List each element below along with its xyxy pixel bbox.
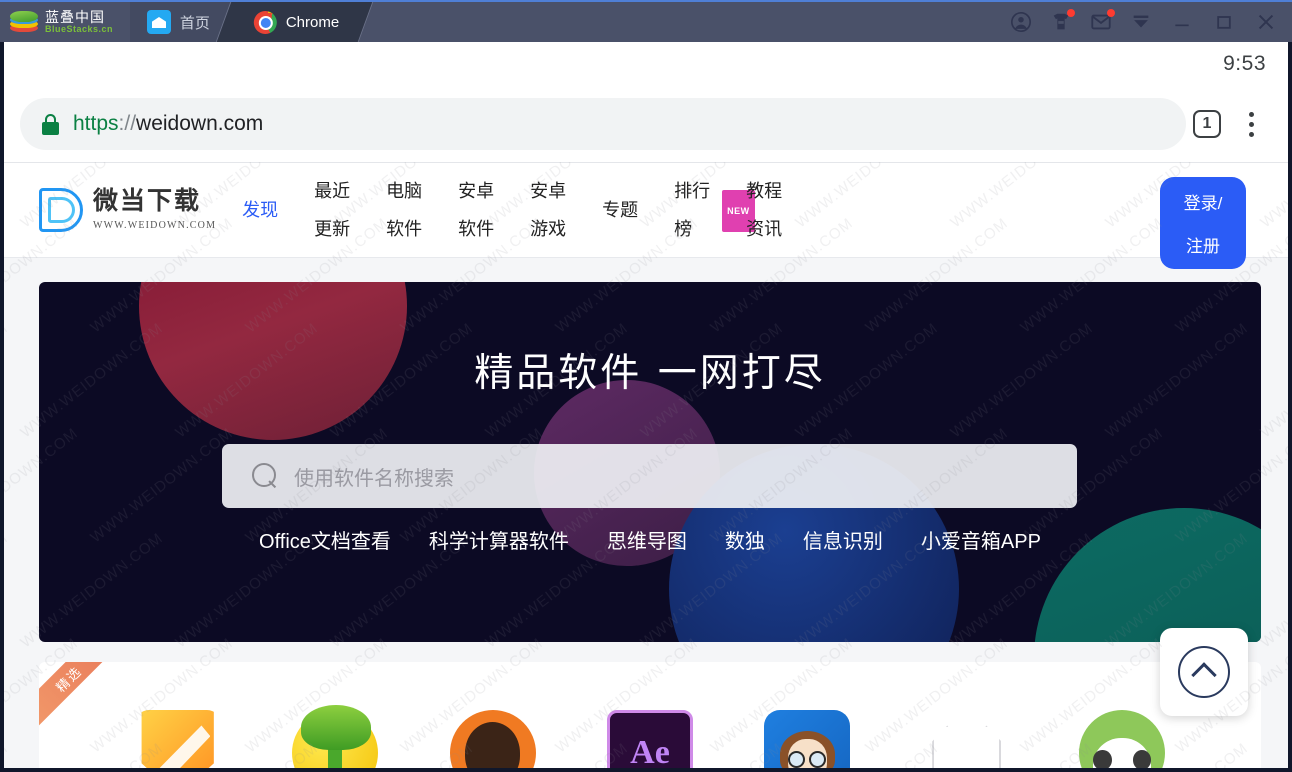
chrome-icon — [254, 10, 278, 34]
bluestacks-brand-cn: 蓝叠中国 — [45, 8, 105, 25]
url-scheme: https — [73, 112, 119, 135]
nav-item-discover[interactable]: 发现 — [232, 191, 304, 229]
chevron-down-icon[interactable] — [1130, 11, 1152, 33]
nav-item-recent-updates[interactable]: 最近更新 — [304, 172, 376, 248]
lock-icon — [42, 113, 59, 135]
nav-item-android-software-label: 安卓软件 — [458, 181, 495, 239]
site-nav: 发现 最近更新 电脑软件 安卓软件 安卓游戏 专题 排行榜 NEW 教程资讯 — [232, 163, 1288, 257]
nav-item-pc-software-label: 电脑软件 — [386, 181, 423, 239]
back-to-top-button[interactable] — [1160, 628, 1248, 716]
nav-item-topics[interactable]: 专题 — [592, 191, 664, 229]
nav-item-recent-updates-label: 最近更新 — [314, 181, 351, 239]
nav-item-discover-label: 发现 — [242, 200, 279, 220]
hot-keyword-1[interactable]: 科学计算器软件 — [429, 525, 569, 554]
nav-item-rankings-label: 排行榜 — [674, 181, 711, 239]
minimize-button[interactable] — [1170, 10, 1194, 34]
site-logo-en: WWW.WEIDOWN.COM — [93, 219, 217, 231]
nav-item-tutorials[interactable]: 教程资讯 — [736, 172, 808, 248]
search-icon — [252, 463, 278, 489]
hot-keyword-0[interactable]: Office文档查看 — [259, 525, 391, 554]
featured-app-icons: Ae — [39, 704, 1261, 768]
tab-counter-value: 1 — [1193, 110, 1221, 138]
app-icon-cat[interactable] — [921, 710, 1008, 768]
maximize-button[interactable] — [1212, 10, 1236, 34]
app-icon-face[interactable] — [764, 710, 851, 768]
weidown-d-logo-icon — [39, 188, 83, 232]
shirt-store-badge — [1067, 9, 1075, 17]
hot-keywords: Office文档查看 科学计算器软件 思维导图 数独 信息识别 小爱音箱APP — [39, 525, 1261, 554]
home-icon — [147, 10, 171, 34]
nav-item-rankings[interactable]: 排行榜 NEW — [664, 172, 755, 248]
login-label: 登录/ — [1183, 194, 1223, 213]
hero-banner: 精品软件 一网打尽 使用软件名称搜索 Office文档查看 科学计算器软件 思维… — [39, 282, 1261, 642]
kebab-menu-icon[interactable] — [1228, 111, 1274, 137]
account-icon[interactable] — [1010, 11, 1032, 33]
hot-keyword-5[interactable]: 小爱音箱APP — [921, 525, 1041, 554]
register-label: 注册 — [1186, 237, 1220, 256]
nav-item-android-games[interactable]: 安卓游戏 — [520, 172, 592, 248]
featured-card: 精选 Ae — [39, 662, 1261, 768]
chrome-toolbar: https://weidown.com 1 — [4, 86, 1288, 162]
bluestacks-brand: 蓝叠中国 BlueStacks.cn — [0, 2, 130, 42]
app-icon-360-browser[interactable] — [292, 704, 379, 768]
hot-keyword-3[interactable]: 数独 — [725, 525, 765, 554]
webpage-weidown: 微当下载 WWW.WEIDOWN.COM 发现 最近更新 电脑软件 安卓软件 安… — [4, 162, 1288, 768]
tab-counter-button[interactable]: 1 — [1186, 110, 1228, 138]
hot-keyword-2[interactable]: 思维导图 — [607, 525, 687, 554]
site-logo[interactable]: 微当下载 WWW.WEIDOWN.COM — [39, 163, 232, 257]
bluestacks-brand-en: BlueStacks.cn — [45, 23, 114, 34]
emulator-tab-home-label: 首页 — [180, 14, 211, 32]
hot-keyword-4[interactable]: 信息识别 — [803, 525, 883, 554]
emulator-tab-chrome-label: Chrome — [286, 13, 340, 31]
login-register-button[interactable]: 登录/ 注册 — [1160, 177, 1246, 269]
app-icon-shield[interactable] — [141, 710, 214, 768]
url-separator: :// — [118, 112, 137, 135]
nav-item-pc-software[interactable]: 电脑软件 — [376, 172, 448, 248]
clock: 9:53 — [1223, 52, 1266, 75]
close-button[interactable] — [1254, 10, 1278, 34]
address-bar[interactable]: https://weidown.com — [20, 98, 1186, 150]
app-icon-q[interactable] — [449, 710, 536, 768]
site-logo-cn: 微当下载 — [93, 186, 202, 216]
chevron-up-circle-icon — [1178, 646, 1230, 698]
site-search-placeholder: 使用软件名称搜索 — [294, 467, 454, 490]
emulator-tab-chrome[interactable]: Chrome — [215, 2, 374, 42]
mail-icon[interactable] — [1090, 9, 1115, 33]
url-host: weidown.com — [136, 112, 264, 135]
emulator-system-icons — [1010, 2, 1292, 42]
mail-badge — [1107, 9, 1115, 17]
site-search-box[interactable]: 使用软件名称搜索 — [222, 444, 1077, 508]
chrome-status-bar: 9:53 — [4, 42, 1288, 86]
address-bar-url: https://weidown.com — [73, 112, 263, 136]
emulator-title-bar: 蓝叠中国 BlueStacks.cn 首页 Chrome — [0, 0, 1292, 42]
hero-title: 精品软件 一网打尽 — [474, 351, 826, 396]
shirt-store-icon[interactable] — [1050, 9, 1075, 33]
nav-item-android-software[interactable]: 安卓软件 — [448, 172, 520, 248]
bluestacks-logo-icon — [10, 11, 38, 33]
app-icon-panda[interactable] — [1079, 710, 1166, 768]
nav-item-tutorials-label: 教程资讯 — [746, 181, 783, 239]
app-icon-after-effects[interactable]: Ae — [606, 710, 693, 768]
nav-item-android-games-label: 安卓游戏 — [530, 181, 567, 239]
site-header: 微当下载 WWW.WEIDOWN.COM 发现 最近更新 电脑软件 安卓软件 安… — [4, 163, 1288, 269]
nav-item-topics-label: 专题 — [602, 200, 639, 220]
chrome-browser: 9:53 https://weidown.com 1 微当下载 WWW.WEID… — [0, 42, 1292, 772]
